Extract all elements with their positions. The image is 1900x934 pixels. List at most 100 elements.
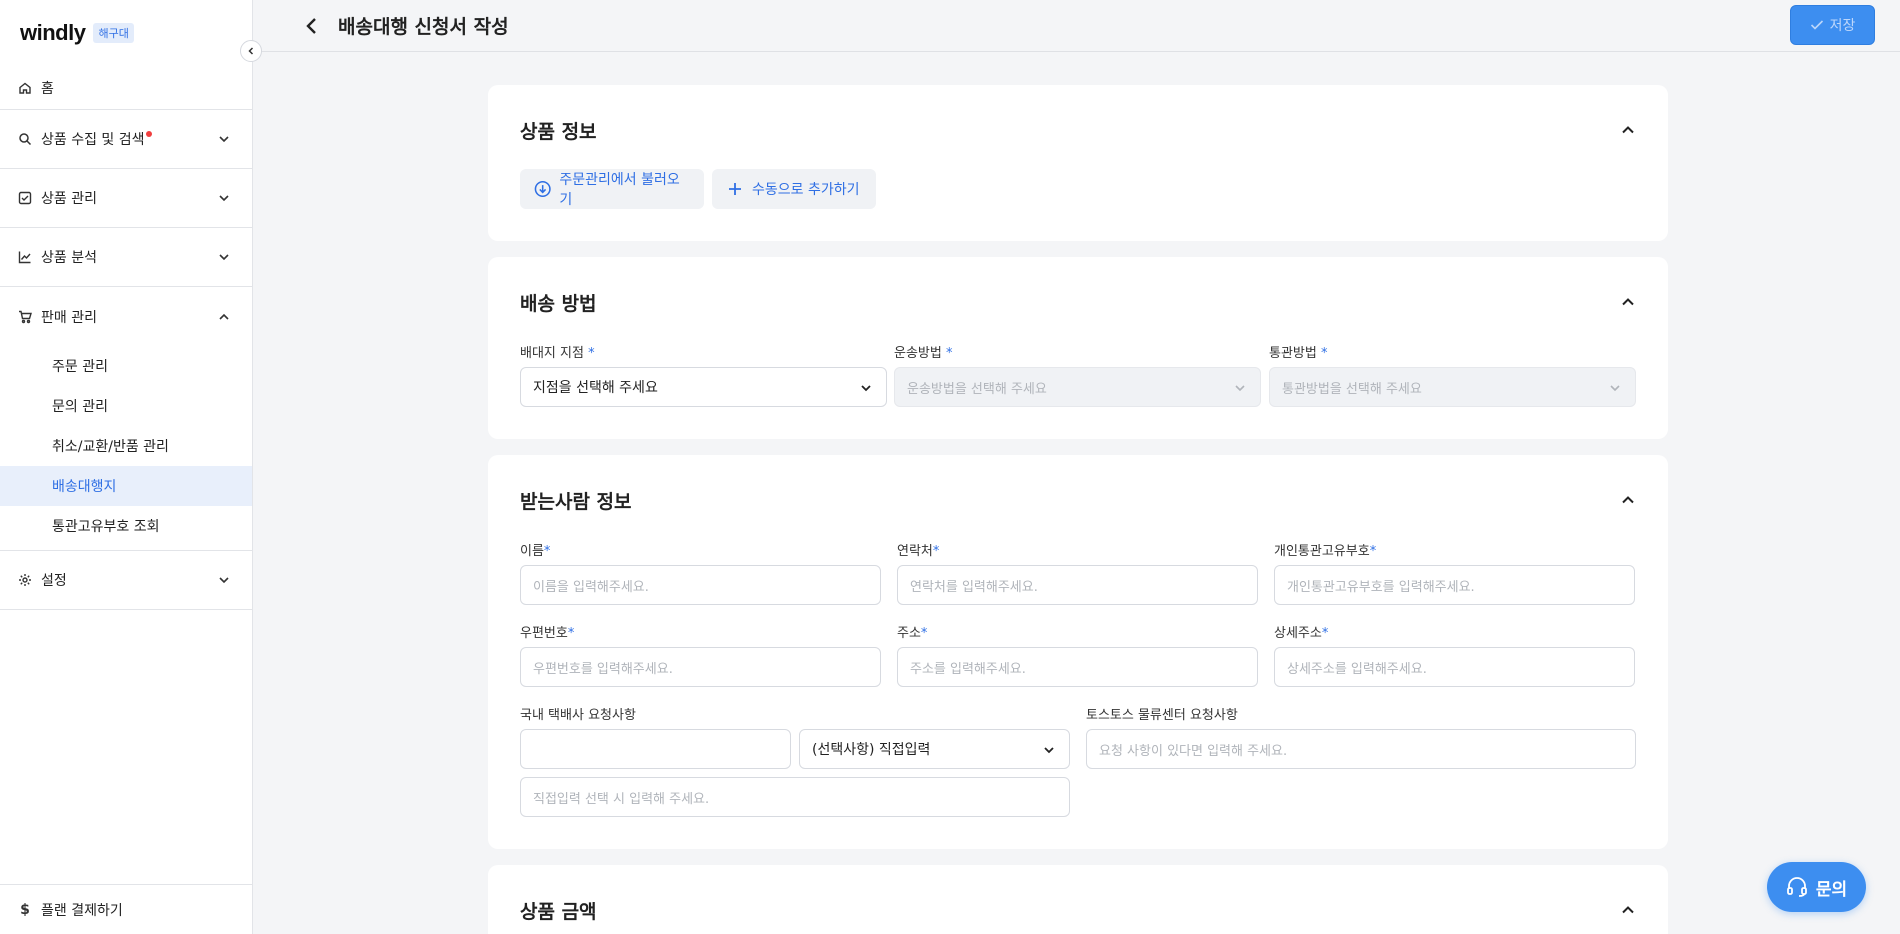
phone-input[interactable]: 연락처를 입력해주세요. [897, 565, 1258, 605]
load-from-orders-button[interactable]: 주문관리에서 불러오기 [520, 169, 704, 209]
back-arrow-icon [306, 17, 316, 34]
required-mark: * [945, 346, 953, 361]
chevron-up-icon[interactable] [1620, 902, 1636, 918]
branch-label: 배대지 지점 * [520, 342, 595, 361]
shipping-method-header[interactable]: 배송 방법 [520, 287, 1636, 317]
address-label-text: 주소 [897, 626, 921, 641]
branch-label-text: 배대지 지점 [520, 346, 584, 361]
sidebar-group-label: 상품 관리 [41, 191, 97, 207]
sidebar-group-product-search[interactable]: 상품 수집 및 검색 [0, 110, 252, 169]
save-label: 저장 [1829, 18, 1856, 34]
product-amount-header[interactable]: 상품 금액 [520, 895, 1636, 925]
name-input[interactable]: 이름을 입력해주세요. [520, 565, 881, 605]
store-badge: 해구대 [93, 23, 134, 43]
sales-subnav: 주문 관리 문의 관리 취소/교환/반품 관리 배송대행지 통관고유부호 조회 [0, 346, 252, 551]
inquiry-chat-button[interactable]: 문의 [1767, 862, 1866, 912]
chevron-down-icon [1234, 382, 1246, 394]
chevron-up-icon[interactable] [1620, 122, 1636, 138]
sidebar-group-label: 상품 수집 및 검색 [41, 129, 218, 149]
name-label: 이름* [520, 540, 550, 559]
chevron-up-icon[interactable] [1620, 294, 1636, 310]
sidebar-collapse-button[interactable] [240, 40, 262, 62]
address-input[interactable]: 주소를 입력해주세요. [897, 647, 1258, 687]
checkbox-icon [18, 191, 32, 205]
branch-select[interactable]: 지점을 선택해 주세요 [520, 367, 887, 407]
customs-method-placeholder: 통관방법을 선택해 주세요 [1282, 381, 1422, 397]
sidebar-group-product-manage[interactable]: 상품 관리 [0, 169, 252, 228]
headset-icon [1786, 877, 1807, 897]
customs-code-label: 개인통관고유부호* [1274, 540, 1376, 559]
shipping-method-card: 배송 방법 배대지 지점 * 지점을 선택해 주세요 운송방법 * 운송방법을 … [488, 257, 1668, 439]
page-header: 배송대행 신청서 작성 저장 [254, 0, 1900, 52]
customs-method-select[interactable]: 통관방법을 선택해 주세요 [1269, 367, 1636, 407]
product-info-card: 상품 정보 주문관리에서 불러오기 수동으로 추가하기 [488, 85, 1668, 241]
sidebar-item-customs-lookup[interactable]: 통관고유부호 조회 [0, 506, 252, 546]
logo[interactable]: windly [20, 20, 86, 46]
required-mark: * [588, 346, 595, 361]
section-title: 상품 금액 [520, 900, 597, 923]
logistics-request-label: 토스토스 물류센터 요청사항 [1086, 708, 1238, 723]
courier-direct-input[interactable]: 직접입력 선택 시 입력해 주세요. [520, 777, 1070, 817]
chevron-down-icon [1609, 382, 1621, 394]
gear-icon [18, 573, 32, 587]
plan-payment-link[interactable]: $ 플랜 결제하기 [0, 884, 252, 934]
sidebar-group-sales-manage[interactable]: 판매 관리 [0, 287, 252, 346]
sidebar-item-returns[interactable]: 취소/교환/반품 관리 [0, 426, 252, 466]
back-button[interactable] [302, 16, 322, 36]
sidebar-group-label: 판매 관리 [41, 309, 97, 326]
customs-method-label: 통관방법 * [1269, 342, 1327, 361]
required-mark: * [567, 626, 575, 641]
courier-request-label: 국내 택배사 요청사항 [520, 708, 636, 723]
zip-input[interactable]: 우편번호를 입력해주세요. [520, 647, 881, 687]
chevron-down-icon [1043, 744, 1055, 756]
courier-direct-placeholder: 직접입력 선택 시 입력해 주세요. [533, 791, 710, 807]
load-from-orders-label: 주문관리에서 불러오기 [559, 172, 680, 208]
phone-label: 연락처* [897, 540, 939, 559]
chevron-up-icon[interactable] [1620, 492, 1636, 508]
chat-label: 문의 [1815, 879, 1848, 900]
dollar-icon: $ [20, 901, 30, 918]
sidebar-item-orders[interactable]: 주문 관리 [0, 346, 252, 386]
logistics-request-input[interactable]: 요청 사항이 있다면 입력해 주세요. [1086, 729, 1636, 769]
product-amount-card: 상품 금액 [488, 865, 1668, 934]
courier-request-input[interactable] [520, 729, 791, 769]
transport-select[interactable]: 운송방법을 선택해 주세요 [894, 367, 1261, 407]
customs-method-label-text: 통관방법 [1269, 346, 1317, 361]
chevron-down-icon [218, 251, 230, 263]
manual-add-button[interactable]: 수동으로 추가하기 [712, 169, 876, 209]
customs-code-placeholder: 개인통관고유부호를 입력해주세요. [1287, 579, 1475, 595]
sidebar-group-settings[interactable]: 설정 [0, 551, 252, 610]
plan-payment-label: 플랜 결제하기 [41, 902, 123, 919]
sidebar-group-product-analysis[interactable]: 상품 분석 [0, 228, 252, 287]
chevron-left-icon [248, 47, 254, 55]
customs-code-input[interactable]: 개인통관고유부호를 입력해주세요. [1274, 565, 1635, 605]
home-icon [18, 81, 32, 95]
chart-line-icon [18, 250, 32, 264]
cart-icon [18, 310, 32, 324]
detail-address-label: 상세주소* [1274, 622, 1328, 641]
detail-address-label-text: 상세주소 [1274, 626, 1322, 641]
section-title: 배송 방법 [520, 292, 597, 315]
transport-label-text: 운송방법 [894, 346, 942, 361]
recipient-card: 받는사람 정보 이름* 이름을 입력해주세요. 연락처* 연락처를 입력해주세요… [488, 455, 1668, 849]
recipient-header[interactable]: 받는사람 정보 [520, 485, 1636, 515]
required-mark: * [932, 544, 940, 559]
sidebar: windly 해구대 홈 상품 수집 및 검색 상품 관리 상품 분석 판매 관… [0, 0, 253, 934]
chevron-up-icon [218, 311, 230, 323]
detail-address-input[interactable]: 상세주소를 입력해주세요. [1274, 647, 1635, 687]
sidebar-item-inquiries[interactable]: 문의 관리 [0, 386, 252, 426]
zip-placeholder: 우편번호를 입력해주세요. [533, 661, 673, 677]
transport-label: 운송방법 * [894, 342, 952, 361]
zip-label: 우편번호* [520, 622, 574, 641]
courier-select-value: (선택사항) 직접입력 [812, 742, 931, 758]
sidebar-item-home[interactable]: 홈 [0, 66, 252, 110]
address-placeholder: 주소를 입력해주세요. [910, 661, 1026, 677]
courier-request-select[interactable]: (선택사항) 직접입력 [799, 729, 1070, 769]
sidebar-item-forwarding[interactable]: 배송대행지 [0, 466, 252, 506]
save-button[interactable]: 저장 [1790, 5, 1875, 45]
transport-select-placeholder: 운송방법을 선택해 주세요 [907, 381, 1047, 397]
product-info-header[interactable]: 상품 정보 [520, 115, 1636, 145]
sidebar-item-label: 홈 [41, 80, 54, 97]
logistics-request-placeholder: 요청 사항이 있다면 입력해 주세요. [1099, 743, 1288, 759]
required-mark: * [920, 626, 928, 641]
